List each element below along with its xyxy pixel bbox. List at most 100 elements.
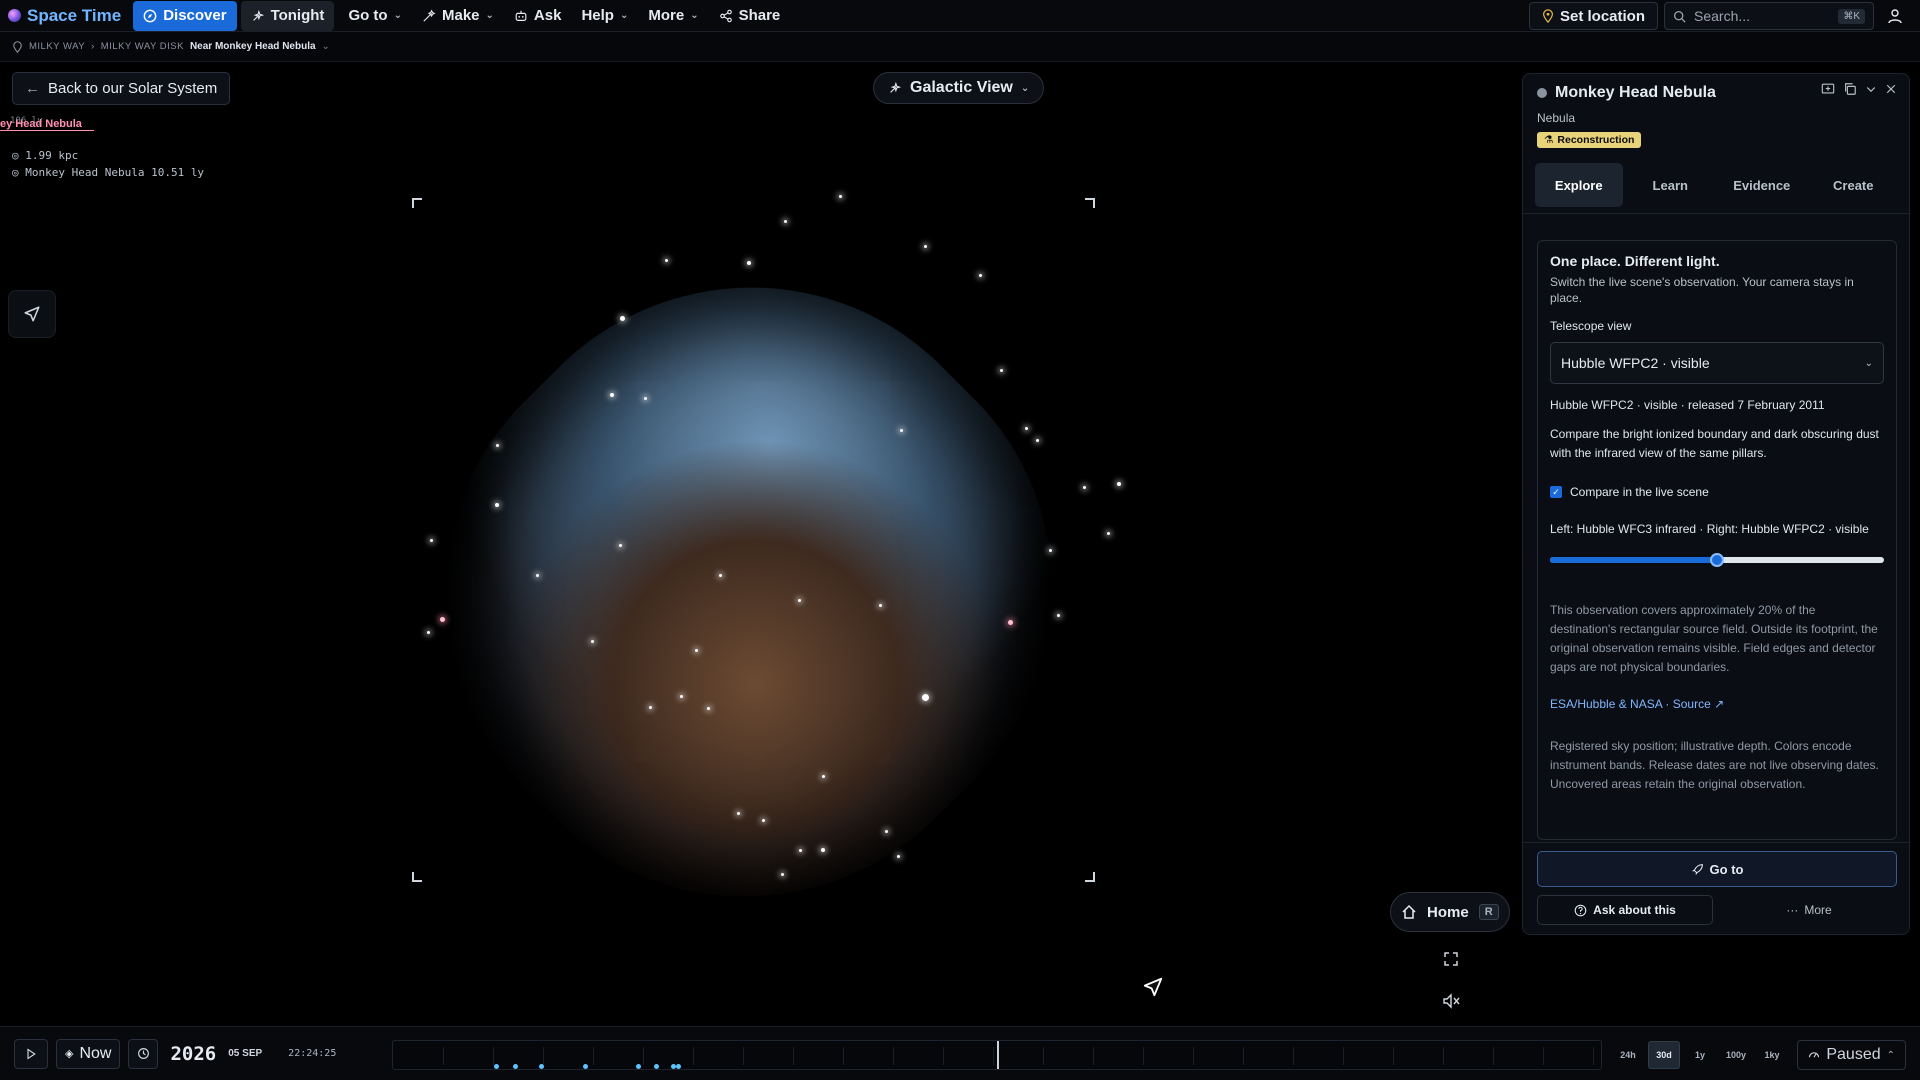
card-intro: Switch the live scene's observation. You… (1550, 275, 1854, 305)
home-button[interactable]: Home R (1390, 892, 1510, 932)
star (610, 393, 614, 397)
select-tool-button[interactable] (8, 290, 56, 338)
back-to-solar-system-button[interactable]: ← Back to our Solar System (12, 72, 231, 105)
star (679, 694, 683, 698)
compare-slider[interactable] (1550, 553, 1884, 567)
release-info: Hubble WFPC2 · visible · released 7 Febr… (1550, 398, 1825, 412)
play-button[interactable] (14, 1038, 48, 1069)
breadcrumb-item[interactable]: MILKY WAY (29, 41, 85, 52)
timeline-playhead[interactable] (997, 1041, 999, 1069)
source-link[interactable]: ESA/Hubble & NASA · Source ↗ (1550, 697, 1884, 711)
star (495, 503, 499, 507)
view-mode-dropdown[interactable]: Galactic View ⌄ (873, 72, 1045, 104)
add-to-collection-icon[interactable] (1821, 82, 1835, 96)
breadcrumb-current[interactable]: Near Monkey Head Nebula (190, 41, 316, 52)
star (439, 616, 445, 622)
copy-icon[interactable] (1843, 82, 1857, 96)
nav-help[interactable]: Help ⌄ (571, 1, 638, 31)
tab-create[interactable]: Create (1810, 163, 1898, 207)
timeline-event-marker[interactable] (539, 1064, 544, 1069)
fullscreen-button[interactable] (1438, 946, 1464, 972)
footer-actions: Ask about this ··· More (1537, 895, 1897, 925)
playback-status-dropdown[interactable]: Paused ⌃ (1797, 1040, 1906, 1070)
breadcrumb-item[interactable]: MILKY WAY DISK (101, 41, 184, 52)
panel-footer: Go to Ask about this ··· More (1523, 842, 1909, 934)
nav-make[interactable]: Make ⌄ (412, 1, 504, 31)
timeline-event-marker[interactable] (636, 1064, 641, 1069)
star (1117, 482, 1121, 486)
zoom-option-1ky[interactable]: 1ky (1756, 1041, 1788, 1069)
ask-about-button[interactable]: Ask about this (1537, 895, 1713, 925)
compare-toggle[interactable]: ✓ Compare in the live scene (1550, 485, 1884, 499)
star (718, 573, 722, 577)
nav-ask-label: Ask (533, 7, 562, 24)
telescope-select[interactable]: Hubble WFPC2 · visible ⌄ (1550, 342, 1884, 384)
badge-label: Reconstruction (1557, 134, 1635, 146)
user-button[interactable] (1880, 8, 1910, 24)
object-line: ◎ Monkey Head Nebula 10.51 ly (12, 164, 204, 181)
mute-button[interactable] (1438, 988, 1464, 1014)
star (495, 443, 499, 447)
distance-line: ◎ 1.99 kpc (12, 147, 204, 164)
zoom-option-100y[interactable]: 100y (1720, 1041, 1752, 1069)
tab-evidence[interactable]: Evidence (1718, 163, 1806, 207)
object-value: Monkey Head Nebula 10.51 ly (25, 166, 205, 179)
star (923, 244, 927, 248)
nav-discover[interactable]: Discover (133, 0, 237, 31)
star (429, 538, 433, 542)
timeline-tick (993, 1047, 994, 1065)
more-button[interactable]: ··· More (1721, 895, 1897, 925)
info-panel: Monkey Head Nebula Nebula ⚗ Reconstructi… (1522, 73, 1910, 935)
search-input[interactable]: Search... ⌘K (1664, 2, 1874, 30)
history-button[interactable] (128, 1038, 159, 1069)
now-button[interactable]: ◈ Now (56, 1038, 121, 1069)
status-label: Paused (1826, 1046, 1881, 1063)
ask-label: Ask about this (1593, 903, 1676, 917)
compare-label: Compare in the live scene (1570, 485, 1709, 499)
compass-icon (143, 9, 157, 22)
collapse-icon[interactable] (1865, 83, 1877, 95)
fullscreen-icon (1444, 952, 1458, 966)
nebula-image (331, 175, 1165, 1009)
space-viewport[interactable]: ← Back to our Solar System 106 ly ey Hea… (0, 62, 1920, 1026)
timeline-event-marker[interactable] (654, 1064, 659, 1069)
timeline-tick (693, 1047, 694, 1065)
zoom-option-1y[interactable]: 1y (1684, 1041, 1716, 1069)
timeline-event-marker[interactable] (513, 1064, 518, 1069)
observation-description: Compare the bright ionized boundary and … (1550, 427, 1879, 460)
goto-label: Go to (1709, 861, 1744, 877)
tab-explore[interactable]: Explore (1535, 163, 1623, 207)
slider-handle[interactable] (1710, 553, 1724, 567)
timeline-event-marker[interactable] (676, 1064, 681, 1069)
star (648, 705, 652, 709)
timeline-tick (1593, 1047, 1594, 1065)
nav-goto[interactable]: Go to ⌄ (338, 1, 412, 31)
compare-checkbox[interactable]: ✓ (1550, 486, 1562, 498)
zoom-option-24h[interactable]: 24h (1612, 1041, 1644, 1069)
app-brand[interactable]: Space Time (8, 6, 121, 26)
nav-tonight[interactable]: Tonight (240, 0, 335, 31)
chevron-down-icon: ⌄ (1864, 357, 1873, 369)
timeline-tick (1043, 1047, 1044, 1065)
goto-button[interactable]: Go to (1537, 851, 1897, 887)
zoom-option-30d[interactable]: 30d (1648, 1041, 1680, 1069)
close-icon[interactable] (1885, 83, 1897, 95)
timeline-tick (1343, 1047, 1344, 1065)
tab-learn[interactable]: Learn (1627, 163, 1715, 207)
timeline-tick (1143, 1047, 1144, 1065)
target-label[interactable]: ey Head Nebula (0, 118, 94, 131)
chevron-down-icon[interactable]: ⌄ (322, 41, 331, 52)
nav-share[interactable]: Share (709, 1, 791, 31)
set-location-button[interactable]: Set location (1528, 2, 1658, 30)
timeline-tick (843, 1047, 844, 1065)
timeline-event-marker[interactable] (494, 1064, 499, 1069)
home-icon (1402, 904, 1416, 919)
timeline-track[interactable] (392, 1040, 1602, 1070)
star (535, 573, 539, 577)
nav-make-label: Make (441, 7, 480, 24)
timeline-event-marker[interactable] (583, 1064, 588, 1069)
nav-ask[interactable]: Ask (504, 1, 572, 31)
chevron-down-icon: ⌄ (690, 10, 699, 21)
nav-more[interactable]: More ⌄ (638, 1, 708, 31)
ellipsis-icon: ··· (1786, 903, 1799, 917)
